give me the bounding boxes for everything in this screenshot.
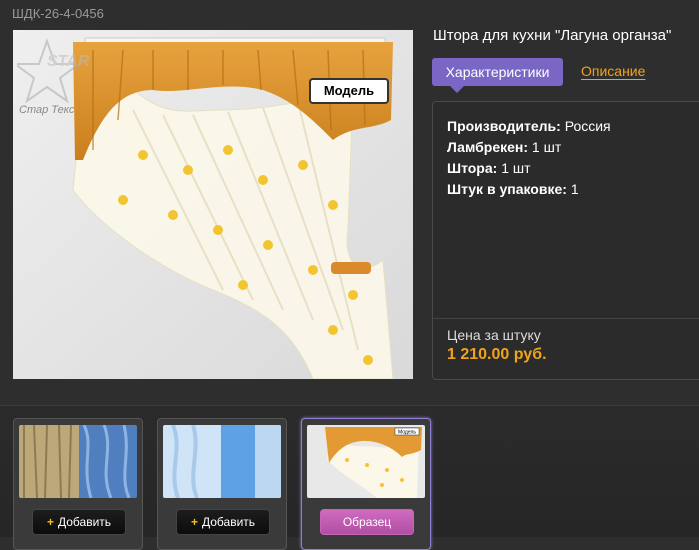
spec-valance: Ламбрекен: 1 шт: [447, 139, 562, 155]
add-button[interactable]: + Добавить: [32, 509, 126, 535]
add-button[interactable]: + Добавить: [176, 509, 270, 535]
svg-text:Модель: Модель: [398, 430, 416, 436]
star-tex-logo: STAR: [17, 36, 97, 106]
price-label: Цена за штуку: [447, 327, 541, 343]
sample-button[interactable]: Образец: [320, 509, 414, 535]
spec-manufacturer: Производитель: Россия: [447, 118, 611, 134]
plus-icon: +: [190, 515, 198, 529]
tab-characteristics[interactable]: Характеристики: [432, 58, 563, 93]
model-tag: Модель: [309, 78, 389, 104]
spec-pack-count: Штук в упаковке: 1: [447, 181, 579, 197]
plus-icon: +: [46, 515, 54, 529]
thumbnail-image[interactable]: [19, 425, 137, 498]
svg-text:STAR: STAR: [47, 53, 90, 70]
tab-description[interactable]: Описание: [581, 63, 645, 79]
characteristics-panel: Производитель: Россия Ламбрекен: 1 шт Шт…: [432, 101, 699, 380]
thumbnail-card[interactable]: + Добавить: [13, 418, 143, 550]
logo-caption: Стар Текс: [19, 104, 75, 116]
product-sku: ШДК-26-4-0456: [12, 6, 104, 21]
product-title: Штора для кухни "Лагуна органза": [433, 27, 672, 44]
thumbnail-image[interactable]: Модель: [307, 425, 425, 498]
thumbnail-card-selected[interactable]: Модель Образец: [301, 418, 431, 550]
thumbnail-card[interactable]: + Добавить: [157, 418, 287, 550]
price-value: 1 210.00 руб.: [447, 346, 547, 363]
panel-divider: [433, 318, 699, 319]
thumbnail-image[interactable]: [163, 425, 281, 498]
product-main-image[interactable]: STAR Стар Текс Модель: [13, 30, 413, 379]
spec-curtain: Штора: 1 шт: [447, 160, 531, 176]
